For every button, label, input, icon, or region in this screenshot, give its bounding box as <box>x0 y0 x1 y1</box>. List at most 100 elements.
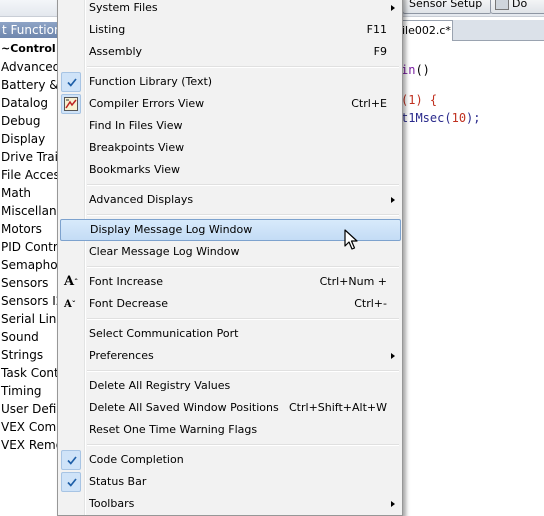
code-token: 10 <box>451 111 467 125</box>
menu-separator <box>87 266 399 268</box>
menu-item-shortcut: Ctrl+Num + <box>319 275 387 288</box>
menu-item-shortcut: F11 <box>366 23 387 36</box>
function-category-item[interactable]: VEX Remot <box>0 436 58 454</box>
menu-item-label: Display Message Log Window <box>90 223 253 236</box>
view-menu: System Files Listing F11 Assembly F9 Function… <box>57 0 403 516</box>
menu-item-advanced-displays[interactable]: Advanced Displays <box>60 189 399 211</box>
menu-item-assembly[interactable]: Assembly F9 <box>60 41 399 63</box>
functions-list: ~Control SAdvancedBattery & PDatalogDebu… <box>0 40 58 454</box>
menu-item-label: Assembly <box>89 45 143 58</box>
code-token: in <box>401 63 416 77</box>
function-category-item[interactable]: VEX Comp <box>0 418 58 436</box>
function-category-item[interactable]: Sensors <box>0 274 58 292</box>
submenu-arrow-icon <box>391 5 395 11</box>
menu-item-label: Preferences <box>89 349 154 362</box>
code-token: () <box>415 63 430 77</box>
code-line: (1) { <box>401 93 437 107</box>
function-category-item[interactable]: Debug <box>0 112 58 130</box>
menu-item-label: System Files <box>89 1 158 14</box>
menu-item-label: Advanced Displays <box>89 193 194 206</box>
menu-item-label: Delete All Saved Window Positions <box>89 401 279 414</box>
font-increase-icon: Aˆ <box>64 274 79 289</box>
menu-item-label: Function Library (Text) <box>89 75 213 88</box>
function-category-item[interactable]: ~Control S <box>0 40 58 58</box>
menu-separator <box>87 66 399 68</box>
code-token: ( <box>444 111 452 125</box>
menu-item-font-increase[interactable]: Aˆ Font Increase Ctrl+Num + <box>60 271 399 293</box>
function-category-item[interactable]: Serial Link <box>0 310 58 328</box>
menu-item-function-library[interactable]: Function Library (Text) <box>60 71 399 93</box>
menu-item-label: Code Completion <box>89 453 184 466</box>
menu-item-label: Listing <box>89 23 126 36</box>
function-category-item[interactable]: Sensors I2C <box>0 292 58 310</box>
menu-item-bookmarks-view[interactable]: Bookmarks View <box>60 159 399 181</box>
function-category-item[interactable]: Display <box>0 130 58 148</box>
checkmark-icon <box>61 472 81 492</box>
sensor-setup-button[interactable]: Sensor Setup <box>402 0 492 14</box>
menu-item-label: Clear Message Log Window <box>89 245 240 258</box>
function-category-item[interactable]: Semaphore <box>0 256 58 274</box>
function-category-item[interactable]: Math <box>0 184 58 202</box>
function-category-item[interactable]: Drive Train <box>0 148 58 166</box>
function-category-item[interactable]: Advanced <box>0 58 58 76</box>
menu-item-delete-all-saved-window-positions[interactable]: Delete All Saved Window Positions Ctrl+Sh… <box>60 397 399 419</box>
function-category-item[interactable]: Task Contr <box>0 364 58 382</box>
menu-item-code-completion[interactable]: Code Completion <box>60 449 399 471</box>
menu-item-font-decrease[interactable]: Aˇ Font Decrease Ctrl+- <box>60 293 399 315</box>
menu-item-delete-all-registry-values[interactable]: Delete All Registry Values <box>60 375 399 397</box>
function-category-item[interactable]: Battery & P <box>0 76 58 94</box>
menu-item-find-in-files-view[interactable]: Find In Files View <box>60 115 399 137</box>
menu-item-label: Font Decrease <box>89 297 169 310</box>
menu-separator <box>87 184 399 186</box>
function-category-item[interactable]: User Define <box>0 400 58 418</box>
editor-tab-strip: ile002.c* <box>401 20 544 41</box>
menu-item-system-files[interactable]: System Files <box>60 0 399 19</box>
menu-item-breakpoints-view[interactable]: Breakpoints View <box>60 137 399 159</box>
menu-item-label: Font Increase <box>89 275 163 288</box>
function-category-item[interactable]: File Access <box>0 166 58 184</box>
code-token: t1Msec <box>401 111 445 125</box>
menu-item-compiler-errors-view[interactable]: Compiler Errors View Ctrl+E <box>60 93 399 115</box>
function-category-item[interactable]: Datalog <box>0 94 58 112</box>
menu-item-shortcut: F9 <box>373 45 387 58</box>
menu-item-label: Select Communication Port <box>89 327 239 340</box>
file-tab[interactable]: ile002.c* <box>401 20 453 41</box>
menu-item-label: Compiler Errors View <box>89 97 205 110</box>
menu-item-status-bar[interactable]: Status Bar <box>60 471 399 493</box>
menu-item-label: Status Bar <box>89 475 147 488</box>
menu-item-shortcut: Ctrl+Shift+Alt+W <box>289 401 387 414</box>
checkmark-icon <box>61 72 81 92</box>
submenu-arrow-icon <box>391 197 395 203</box>
submenu-arrow-icon <box>391 501 395 507</box>
menu-item-select-communication-port[interactable]: Select Communication Port <box>60 323 399 345</box>
function-category-item[interactable]: Sound <box>0 328 58 346</box>
menu-item-toolbars[interactable]: Toolbars <box>60 493 399 515</box>
menu-item-label: Delete All Registry Values <box>89 379 231 392</box>
compiler-errors-icon <box>61 94 81 114</box>
menu-separator <box>87 370 399 372</box>
submenu-arrow-icon <box>391 353 395 359</box>
function-category-item[interactable]: Miscellane <box>0 202 58 220</box>
menu-item-label: Toolbars <box>89 497 135 510</box>
function-category-item[interactable]: Timing <box>0 382 58 400</box>
menu-item-reset-one-time-warning-flags[interactable]: Reset One Time Warning Flags <box>60 419 399 441</box>
font-decrease-icon: Aˇ <box>64 299 76 310</box>
docs-button[interactable]: Do <box>490 0 544 14</box>
checkmark-icon <box>61 450 81 470</box>
code-token: { <box>422 93 438 107</box>
function-category-item[interactable]: PID Contro <box>0 238 58 256</box>
function-category-item[interactable]: Strings <box>0 346 58 364</box>
menu-separator <box>87 318 399 320</box>
menu-item-label: Bookmarks View <box>89 163 181 176</box>
docs-button-label: Do <box>512 0 528 10</box>
menu-separator <box>87 214 399 216</box>
code-token: ) <box>415 93 423 107</box>
docs-icon <box>495 0 509 10</box>
code-line: t1Msec(10); <box>401 111 481 125</box>
menu-item-label: Breakpoints View <box>89 141 185 154</box>
functions-panel-header: t Functions <box>0 22 60 38</box>
code-token: ); <box>466 111 481 125</box>
menu-item-preferences[interactable]: Preferences <box>60 345 399 367</box>
menu-item-listing[interactable]: Listing F11 <box>60 19 399 41</box>
function-category-item[interactable]: Motors <box>0 220 58 238</box>
